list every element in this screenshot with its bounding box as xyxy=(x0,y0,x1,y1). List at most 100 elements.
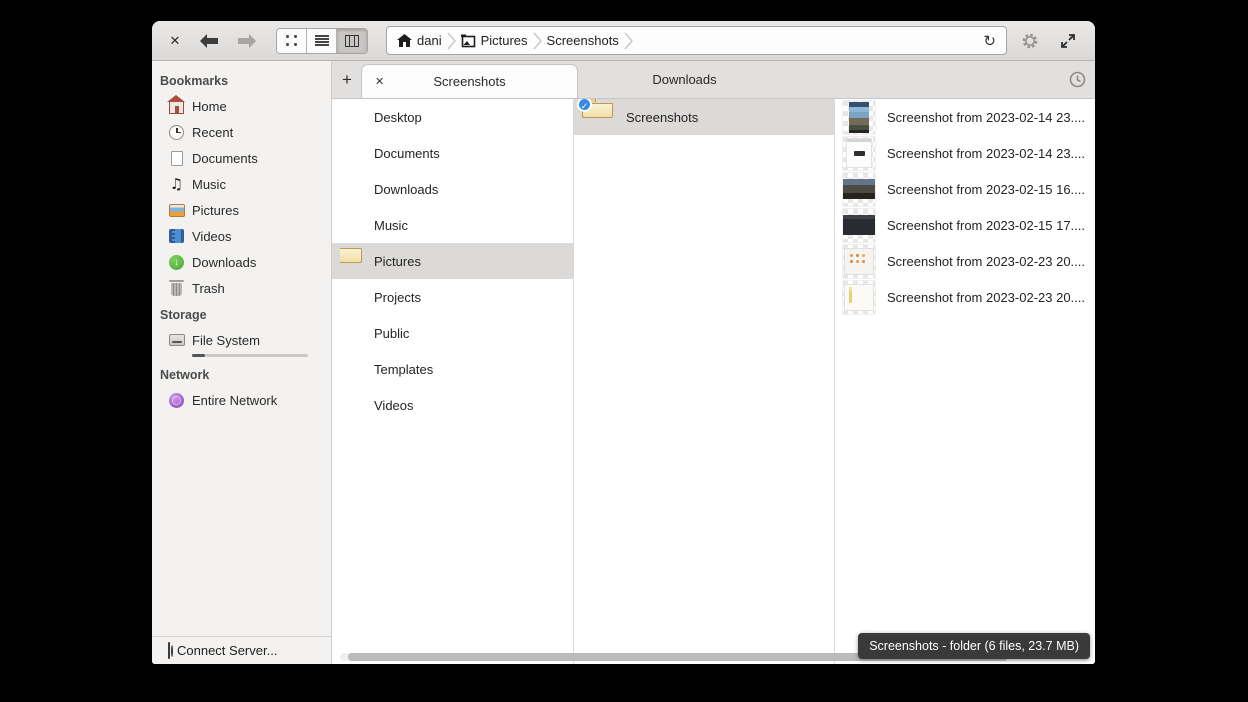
sidebar-item-label: Music xyxy=(192,177,226,192)
folder-label: Desktop xyxy=(374,110,422,125)
file-label: Screenshot from 2023-02-14 23.... xyxy=(887,110,1085,125)
tab-label: Downloads xyxy=(652,72,716,87)
folder-row-music[interactable]: ♫ Music xyxy=(332,207,573,243)
harddrive-icon xyxy=(168,332,185,349)
image-thumbnail xyxy=(843,137,875,170)
folder-row-public[interactable]: ≺ Public xyxy=(332,315,573,351)
folder-label: Downloads xyxy=(374,182,438,197)
list-view-icon xyxy=(315,35,329,47)
recent-clock-icon xyxy=(168,124,185,141)
sidebar-item-label: Pictures xyxy=(192,203,239,218)
sidebar-item-downloads[interactable]: ↓ Downloads xyxy=(152,249,331,275)
sidebar-item-documents[interactable]: Documents xyxy=(152,145,331,171)
view-switcher xyxy=(276,28,368,54)
film-icon xyxy=(168,228,185,245)
folder-row-downloads[interactable]: ↓ Downloads xyxy=(332,171,573,207)
sidebar-item-home[interactable]: Home xyxy=(152,93,331,119)
tab-close-icon[interactable]: ✕ xyxy=(375,75,384,88)
back-button[interactable] xyxy=(194,28,224,54)
connect-server-button[interactable]: Connect Server... xyxy=(152,636,331,664)
file-label: Screenshot from 2023-02-15 17.... xyxy=(887,218,1085,233)
folder-label: Templates xyxy=(374,362,433,377)
sidebar-item-entire-network[interactable]: Entire Network xyxy=(152,387,331,413)
folder-row-videos[interactable]: ▦ Videos xyxy=(332,387,573,423)
sidebar-item-music[interactable]: ♫ Music xyxy=(152,171,331,197)
headerbar: ✕ dan xyxy=(152,21,1095,61)
folder-label: Documents xyxy=(374,146,440,161)
image-thumbnail xyxy=(843,101,875,134)
sidebar-item-file-system[interactable]: File System xyxy=(152,327,331,353)
image-thumbnail xyxy=(843,281,875,314)
restore-closed-tabs-button[interactable] xyxy=(1059,61,1095,98)
home-icon xyxy=(397,34,412,47)
sidebar-item-label: Entire Network xyxy=(192,393,277,408)
folder-row-templates[interactable]: ◺ Templates xyxy=(332,351,573,387)
file-manager-window: ✕ dan xyxy=(152,21,1095,664)
breadcrumb-label: Pictures xyxy=(481,33,528,48)
photo-icon xyxy=(168,202,185,219)
storage-header: Storage xyxy=(152,301,331,327)
folder-row-desktop[interactable]: Desktop xyxy=(332,99,573,135)
folder-row-pictures[interactable]: Pictures xyxy=(332,243,573,279)
main-area: + ✕ Screenshots Downloads xyxy=(332,61,1095,664)
sidebar-item-label: Trash xyxy=(192,281,225,296)
file-row[interactable]: Screenshot from 2023-02-15 17.... xyxy=(835,207,1094,243)
folder-label: Public xyxy=(374,326,409,341)
image-thumbnail xyxy=(843,173,875,206)
document-icon xyxy=(168,150,185,167)
new-tab-button[interactable]: + xyxy=(332,61,362,98)
sidebar-item-recent[interactable]: Recent xyxy=(152,119,331,145)
breadcrumb-pictures[interactable]: Pictures xyxy=(457,33,532,48)
window-close-button[interactable]: ✕ xyxy=(164,33,186,49)
image-icon xyxy=(461,34,476,48)
column-view-button[interactable] xyxy=(337,29,367,53)
tab-screenshots[interactable]: ✕ Screenshots xyxy=(362,65,577,98)
breadcrumb-home[interactable]: dani xyxy=(393,33,446,48)
breadcrumb-label: dani xyxy=(417,33,442,48)
sidebar-item-videos[interactable]: Videos xyxy=(152,223,331,249)
folder-label: Pictures xyxy=(374,254,421,269)
breadcrumb-separator-icon xyxy=(533,32,542,50)
sidebar-item-label: Home xyxy=(192,99,227,114)
file-row[interactable]: Screenshot from 2023-02-15 16.... xyxy=(835,171,1094,207)
filesystem-usage-bar xyxy=(192,354,308,357)
breadcrumb: dani Pictures Screenshots xyxy=(386,26,1007,55)
sidebar-item-trash[interactable]: Trash xyxy=(152,275,331,301)
tab-label: Screenshots xyxy=(433,74,505,89)
list-view-button[interactable] xyxy=(307,29,337,53)
sidebar-item-label: Recent xyxy=(192,125,233,140)
folder-row-projects[interactable]: Projects xyxy=(332,279,573,315)
server-globe-icon xyxy=(168,643,170,658)
bookmarks-header: Bookmarks xyxy=(152,67,331,93)
breadcrumb-screenshots[interactable]: Screenshots xyxy=(543,33,623,48)
connect-server-label: Connect Server... xyxy=(177,643,277,658)
breadcrumb-separator-icon xyxy=(447,32,456,50)
icon-view-button[interactable] xyxy=(277,29,307,53)
folder-label: Videos xyxy=(374,398,414,413)
file-label: Screenshot from 2023-02-14 23.... xyxy=(887,146,1085,161)
settings-menu-button[interactable] xyxy=(1015,27,1045,55)
file-row[interactable]: Screenshot from 2023-02-23 20.... xyxy=(835,279,1094,315)
forward-button[interactable] xyxy=(232,28,262,54)
folder-label: Screenshots xyxy=(626,110,698,125)
file-label: Screenshot from 2023-02-23 20.... xyxy=(887,254,1085,269)
sidebar-item-label: Documents xyxy=(192,151,258,166)
file-row[interactable]: Screenshot from 2023-02-23 20.... xyxy=(835,243,1094,279)
tab-downloads[interactable]: Downloads xyxy=(577,61,792,98)
maximize-button[interactable] xyxy=(1053,27,1083,55)
refresh-button[interactable]: ↻ xyxy=(979,32,1000,50)
music-note-icon: ♫ xyxy=(168,176,185,193)
file-row[interactable]: Screenshot from 2023-02-14 23.... xyxy=(835,99,1094,135)
sidebar-item-pictures[interactable]: Pictures xyxy=(152,197,331,223)
sidebar: Bookmarks Home Recent Documents ♫ Music xyxy=(152,61,332,664)
expand-icon xyxy=(1060,33,1076,49)
file-row[interactable]: Screenshot from 2023-02-14 23.... xyxy=(835,135,1094,171)
column-view-icon xyxy=(345,35,359,47)
column-pictures: ✓ Screenshots xyxy=(574,99,835,664)
sidebar-item-label: File System xyxy=(192,333,260,348)
folder-row-documents[interactable]: ▤ Documents xyxy=(332,135,573,171)
tooltip-text: Screenshots - folder (6 files, 23.7 MB) xyxy=(869,639,1079,653)
file-label: Screenshot from 2023-02-15 16.... xyxy=(887,182,1085,197)
folder-row-screenshots[interactable]: ✓ Screenshots xyxy=(574,99,834,135)
network-header: Network xyxy=(152,361,331,387)
